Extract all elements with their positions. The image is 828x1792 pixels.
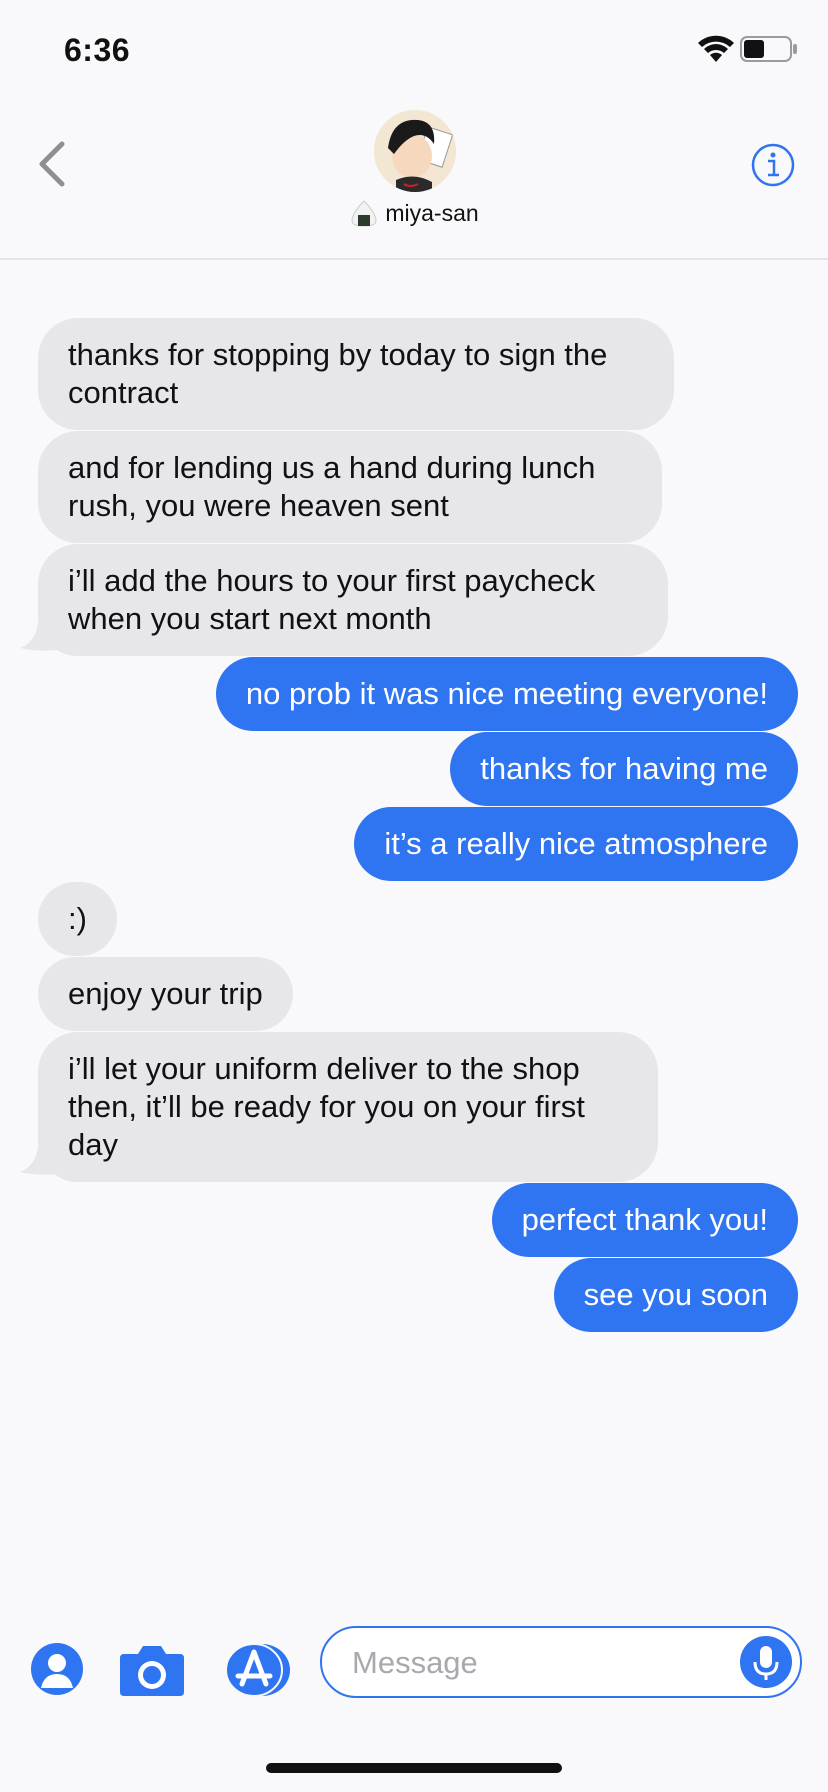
camera-icon[interactable]: [118, 1642, 186, 1698]
message-bubble-incoming[interactable]: :): [38, 882, 117, 956]
status-time: 6:36: [64, 32, 131, 68]
rice-ball-icon: [351, 200, 377, 227]
contact-name-row[interactable]: miya-san: [0, 200, 828, 229]
message-bubble-incoming[interactable]: i’ll let your uniform deliver to the sho…: [38, 1032, 658, 1182]
app-store-icon[interactable]: [222, 1642, 294, 1698]
bubble-tail: [20, 622, 58, 651]
message-bubble-incoming[interactable]: and for lending us a hand during lunch r…: [38, 431, 662, 543]
contact-name: miya-san: [385, 200, 479, 226]
message-bubble-outgoing[interactable]: thanks for having me: [450, 732, 798, 806]
message-bubble-incoming[interactable]: thanks for stopping by today to sign the…: [38, 318, 674, 430]
back-chevron-icon[interactable]: [34, 140, 70, 188]
message-bubble-outgoing[interactable]: see you soon: [553, 1258, 798, 1332]
status-bar: 6:36: [0, 0, 828, 100]
message-bubble-outgoing[interactable]: it’s a really nice atmosphere: [354, 807, 798, 881]
message-bubble-incoming[interactable]: i’ll add the hours to your first paychec…: [38, 544, 668, 656]
battery-icon: [740, 36, 797, 62]
contact-avatar[interactable]: [374, 110, 456, 192]
conversation-header: miya-san: [0, 100, 828, 260]
message-bubble-outgoing[interactable]: perfect thank you!: [491, 1183, 798, 1257]
message-bubble-outgoing[interactable]: no prob it was nice meeting everyone!: [215, 657, 798, 731]
memoji-icon[interactable]: [30, 1642, 84, 1696]
info-icon[interactable]: [750, 142, 796, 188]
message-bubble-incoming[interactable]: enjoy your trip: [38, 957, 293, 1031]
message-field[interactable]: [320, 1626, 802, 1698]
message-input[interactable]: [350, 1642, 734, 1684]
compose-bar: [0, 1620, 828, 1710]
microphone-icon[interactable]: [740, 1636, 792, 1688]
home-indicator[interactable]: [266, 1763, 562, 1773]
bubble-tail: [20, 1146, 58, 1175]
wifi-icon: [698, 35, 734, 62]
